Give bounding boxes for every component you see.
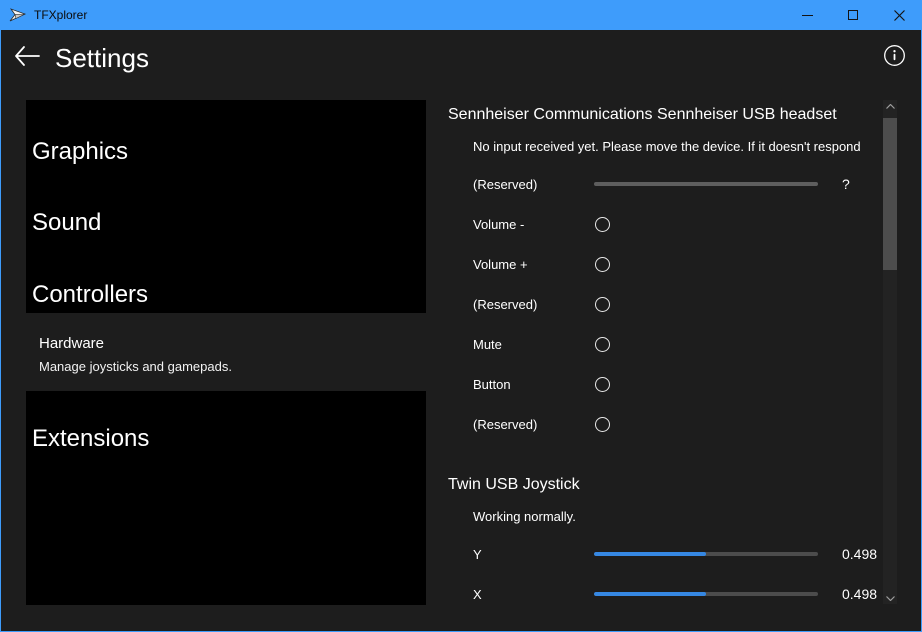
control-value: 0.498 xyxy=(842,586,877,602)
control-label: (Reserved) xyxy=(473,177,594,192)
maximize-button[interactable] xyxy=(830,0,876,30)
control-label: Y xyxy=(473,547,594,562)
sidebar-item-controllers[interactable]: Controllers xyxy=(32,278,420,312)
control-row: (Reserved) xyxy=(448,284,883,324)
app-window: TFXplorer Settings Graphic xyxy=(0,0,922,632)
axis-bar xyxy=(594,592,818,596)
control-row: Volume - xyxy=(448,204,883,244)
hardware-title: Hardware xyxy=(39,334,419,354)
info-button[interactable] xyxy=(881,42,907,68)
control-widget xyxy=(594,417,818,432)
control-widget xyxy=(594,337,818,352)
page-title: Settings xyxy=(55,41,149,75)
maximize-icon xyxy=(848,10,858,20)
scrollbar-down-arrow[interactable] xyxy=(883,592,897,604)
control-value: ? xyxy=(842,176,850,192)
device-name: Twin USB Joystick xyxy=(448,470,883,500)
control-widget xyxy=(594,592,818,596)
info-circle-icon xyxy=(883,44,906,67)
axis-bar-fill xyxy=(594,592,706,596)
chevron-down-icon xyxy=(886,596,895,601)
device-section: Sennheiser Communications Sennheiser USB… xyxy=(448,100,883,444)
control-row: (Reserved) xyxy=(448,404,883,444)
sidebar-item-hardware[interactable]: Hardware Manage joysticks and gamepads. xyxy=(39,334,419,376)
control-widget xyxy=(594,182,818,186)
caption-buttons xyxy=(784,0,922,30)
sidebar-item-extensions[interactable]: Extensions xyxy=(32,422,420,456)
control-label: Volume + xyxy=(473,257,594,272)
axis-bar-fill xyxy=(594,552,706,556)
sidebar-item-sound[interactable]: Sound xyxy=(32,206,420,240)
close-icon xyxy=(894,10,905,21)
axis-bar xyxy=(594,552,818,556)
control-widget xyxy=(594,552,818,556)
device-status: No input received yet. Please move the d… xyxy=(448,130,883,164)
control-value: 0.498 xyxy=(842,546,877,562)
hardware-description: Manage joysticks and gamepads. xyxy=(39,358,419,376)
minimize-button[interactable] xyxy=(784,0,830,30)
control-row: X 0.498 xyxy=(448,574,883,614)
axis-bar xyxy=(594,182,818,186)
device-status: Working normally. xyxy=(448,500,883,534)
chevron-up-icon xyxy=(886,104,895,109)
control-row: (Reserved)? xyxy=(448,164,883,204)
scrollbar-thumb[interactable] xyxy=(883,118,897,270)
button-state-indicator xyxy=(595,377,610,392)
control-label: X xyxy=(473,587,594,602)
control-row: Y 0.498 xyxy=(448,534,883,574)
control-widget xyxy=(594,217,818,232)
back-button[interactable] xyxy=(13,42,41,70)
control-widget xyxy=(594,377,818,392)
control-row: Button xyxy=(448,364,883,404)
control-widget xyxy=(594,297,818,312)
device-list: Sennheiser Communications Sennheiser USB… xyxy=(448,100,883,614)
category-list: Graphics Sound Controllers xyxy=(26,100,426,313)
scrollbar-up-arrow[interactable] xyxy=(883,100,897,112)
control-label: Mute xyxy=(473,337,594,352)
control-label: (Reserved) xyxy=(473,297,594,312)
close-button[interactable] xyxy=(876,0,922,30)
button-state-indicator xyxy=(595,217,610,232)
minimize-icon xyxy=(802,15,813,16)
control-row: Volume + xyxy=(448,244,883,284)
button-state-indicator xyxy=(595,297,610,312)
button-state-indicator xyxy=(595,417,610,432)
sidebar-item-graphics[interactable]: Graphics xyxy=(32,135,420,169)
titlebar[interactable]: TFXplorer xyxy=(0,0,922,30)
app-title: TFXplorer xyxy=(34,8,87,22)
left-arrow-icon xyxy=(14,45,40,67)
control-label: Button xyxy=(473,377,594,392)
device-section: Twin USB JoystickWorking normally. Y 0.498… xyxy=(448,470,883,614)
button-state-indicator xyxy=(595,257,610,272)
device-name: Sennheiser Communications Sennheiser USB… xyxy=(448,100,883,130)
scrollbar[interactable] xyxy=(883,100,897,604)
control-label: (Reserved) xyxy=(473,417,594,432)
control-label: Volume - xyxy=(473,217,594,232)
jet-logo-icon xyxy=(9,6,27,24)
control-row: Mute xyxy=(448,324,883,364)
button-state-indicator xyxy=(595,337,610,352)
control-widget xyxy=(594,257,818,272)
extensions-panel: Extensions xyxy=(26,391,426,605)
